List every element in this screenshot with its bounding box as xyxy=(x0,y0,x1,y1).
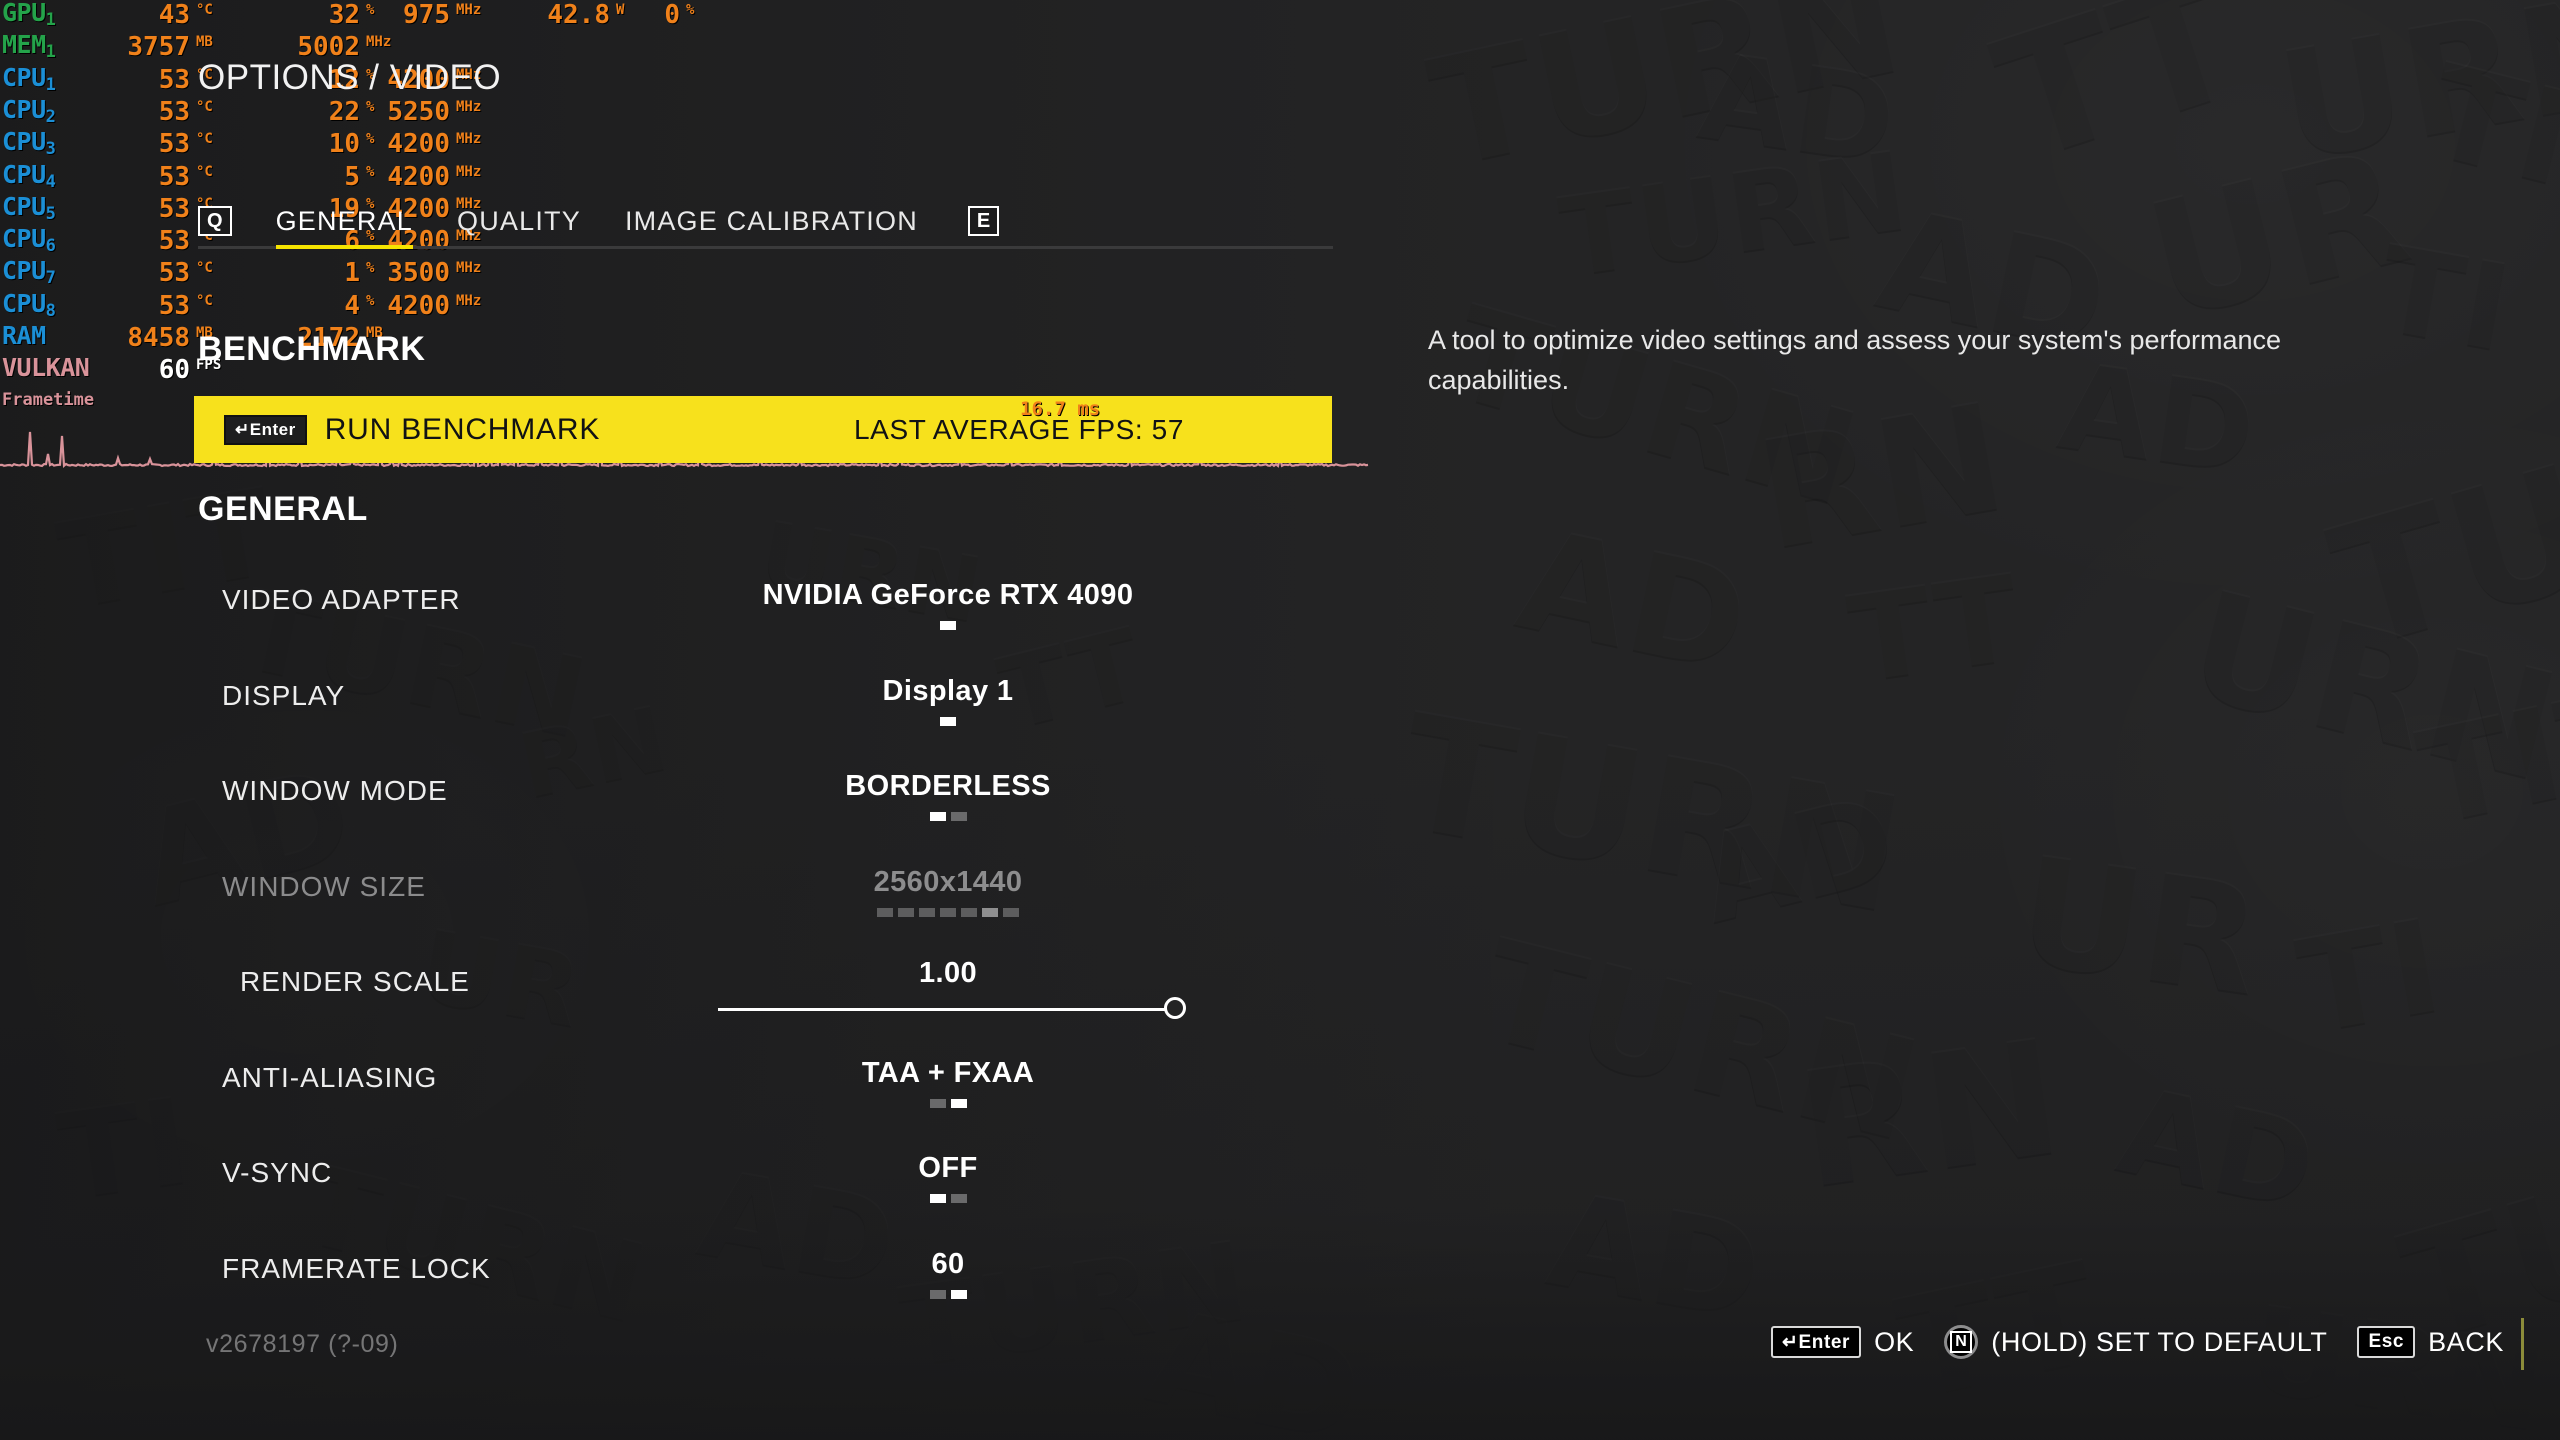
hint-label-ok: OK xyxy=(1874,1326,1915,1357)
game-options-screen: TURNADTTURNTITTURNADURTITURNRNADTURNADTT… xyxy=(0,0,2560,1440)
enter-key-badge: ↵Enter xyxy=(224,414,307,445)
tab-bar: Q GENERAL QUALITY IMAGE CALIBRATION E xyxy=(198,200,1333,254)
option-value-wrap-render-scale: 1.00 xyxy=(758,952,1138,990)
option-row-video-adapter[interactable]: VIDEO ADAPTER NVIDIA GeForce RTX 4090 xyxy=(198,570,1338,648)
tab-prev-key[interactable]: Q xyxy=(198,206,232,236)
segment-indicator xyxy=(919,907,935,917)
hint-ok[interactable]: ↵Enter OK xyxy=(1770,1326,1915,1358)
segment-indicator xyxy=(929,1289,946,1299)
slider-knob[interactable] xyxy=(1164,997,1186,1019)
tab-image-calibration[interactable]: IMAGE CALIBRATION xyxy=(625,206,918,237)
option-value-wrap-anti-aliasing: TAA + FXAA xyxy=(758,1048,1138,1108)
tab-general[interactable]: GENERAL xyxy=(276,206,413,237)
segment-indicator xyxy=(929,812,946,821)
page-title: OPTIONS / VIDEO xyxy=(198,58,502,97)
option-value-v-sync: OFF xyxy=(918,1152,978,1184)
tab-underline-active xyxy=(275,245,414,249)
segment-indicator xyxy=(961,907,977,917)
segment-indicator xyxy=(929,1098,946,1108)
key-badge-esc: Esc xyxy=(2357,1326,2416,1358)
right-edge-accent xyxy=(2521,1318,2524,1370)
last-average-fps-label: LAST AVERAGE FPS: 57 xyxy=(854,413,1184,445)
option-value-wrap-v-sync: OFF xyxy=(758,1143,1138,1203)
slider-render-scale[interactable] xyxy=(718,996,1186,1026)
segment-indicator xyxy=(929,1194,946,1203)
option-label-window-mode: WINDOW MODE xyxy=(222,775,448,806)
option-value-window-size: 2560x1440 xyxy=(873,865,1023,898)
option-row-render-scale[interactable]: RENDER SCALE 1.00 xyxy=(198,952,1338,1030)
option-segments-v-sync xyxy=(758,1194,1138,1203)
footer-key-hints: ↵Enter OK N (HOLD) SET TO DEFAULT Esc BACK xyxy=(1770,1325,2504,1359)
hint-label-hold-set-to-default: (HOLD) SET TO DEFAULT xyxy=(1991,1326,2328,1357)
general-heading: GENERAL xyxy=(198,490,368,528)
option-segments-window-mode xyxy=(758,812,1138,821)
segment-indicator xyxy=(950,1194,967,1203)
segment-indicator xyxy=(1003,907,1019,917)
hint-label-back: BACK xyxy=(2428,1326,2504,1357)
option-description: A tool to optimize video settings and as… xyxy=(1428,325,2282,395)
option-label-window-size: WINDOW SIZE xyxy=(222,870,426,902)
key-badge-n: N xyxy=(1944,1325,1979,1359)
benchmark-heading: BENCHMARK xyxy=(198,330,426,368)
option-value-wrap-framerate-lock: 60 xyxy=(758,1239,1138,1299)
segment-indicator xyxy=(940,621,956,630)
option-segments-video-adapter xyxy=(758,621,1138,630)
option-label-v-sync: V-SYNC xyxy=(222,1157,333,1188)
option-segments-anti-aliasing xyxy=(758,1098,1138,1108)
tab-next-key[interactable]: E xyxy=(967,206,1000,236)
slider-track xyxy=(718,1008,1178,1011)
option-row-window-mode[interactable]: WINDOW MODE BORDERLESS xyxy=(198,761,1338,839)
run-benchmark-button[interactable]: ↵Enter RUN BENCHMARK LAST AVERAGE FPS: 5… xyxy=(194,396,1332,463)
hint-hold-set-to-default[interactable]: N (HOLD) SET TO DEFAULT xyxy=(1944,1325,2327,1359)
option-segments-display xyxy=(758,716,1138,726)
option-value-wrap-video-adapter: NVIDIA GeForce RTX 4090 xyxy=(758,570,1138,630)
segment-indicator xyxy=(940,716,956,726)
segment-indicator xyxy=(950,812,967,821)
option-value-window-mode: BORDERLESS xyxy=(845,770,1051,802)
option-value-wrap-window-size: 2560x1440 xyxy=(758,857,1138,917)
hint-back[interactable]: Esc BACK xyxy=(2357,1326,2504,1358)
segment-indicator xyxy=(877,907,893,917)
option-value-video-adapter: NVIDIA GeForce RTX 4090 xyxy=(762,579,1134,611)
frametime-value: 16.7 ms xyxy=(1020,398,1101,420)
run-benchmark-label: RUN BENCHMARK xyxy=(324,412,601,446)
option-row-v-sync[interactable]: V-SYNC OFF xyxy=(198,1143,1338,1221)
option-value-wrap-display: Display 1 xyxy=(758,666,1138,726)
option-segments-window-size xyxy=(758,907,1138,917)
option-value-display: Display 1 xyxy=(882,674,1014,707)
option-segments-framerate-lock xyxy=(758,1289,1138,1299)
segment-indicator xyxy=(940,907,956,917)
option-label-framerate-lock: FRAMERATE LOCK xyxy=(222,1252,491,1284)
option-label-anti-aliasing: ANTI-ALIASING xyxy=(222,1061,438,1093)
options-menu: OPTIONS / VIDEO Q GENERAL QUALITY IMAGE CAL… xyxy=(0,0,2560,1440)
key-badge-enter: ↵Enter xyxy=(1770,1326,1862,1358)
segment-indicator xyxy=(950,1289,967,1299)
option-label-render-scale: RENDER SCALE xyxy=(240,966,470,997)
option-row-framerate-lock[interactable]: FRAMERATE LOCK 60 xyxy=(198,1239,1338,1317)
segment-indicator xyxy=(982,907,998,917)
segment-indicator xyxy=(950,1098,967,1108)
option-row-window-size: WINDOW SIZE 2560x1440 xyxy=(198,857,1338,935)
option-label-video-adapter: VIDEO ADAPTER xyxy=(222,584,461,615)
option-label-display: DISPLAY xyxy=(222,679,346,711)
option-value-framerate-lock: 60 xyxy=(931,1247,965,1280)
version-label: v2678197 (?-09) xyxy=(206,1330,399,1358)
segment-indicator xyxy=(898,907,914,917)
run-benchmark-left: ↵Enter RUN BENCHMARK xyxy=(224,413,600,447)
tab-quality[interactable]: QUALITY xyxy=(457,206,581,237)
option-row-anti-aliasing[interactable]: ANTI-ALIASING TAA + FXAA xyxy=(198,1048,1338,1126)
option-value-wrap-window-mode: BORDERLESS xyxy=(758,761,1138,821)
option-value-render-scale: 1.00 xyxy=(918,957,978,989)
option-row-display[interactable]: DISPLAY Display 1 xyxy=(198,666,1338,744)
option-value-anti-aliasing: TAA + FXAA xyxy=(861,1056,1035,1089)
